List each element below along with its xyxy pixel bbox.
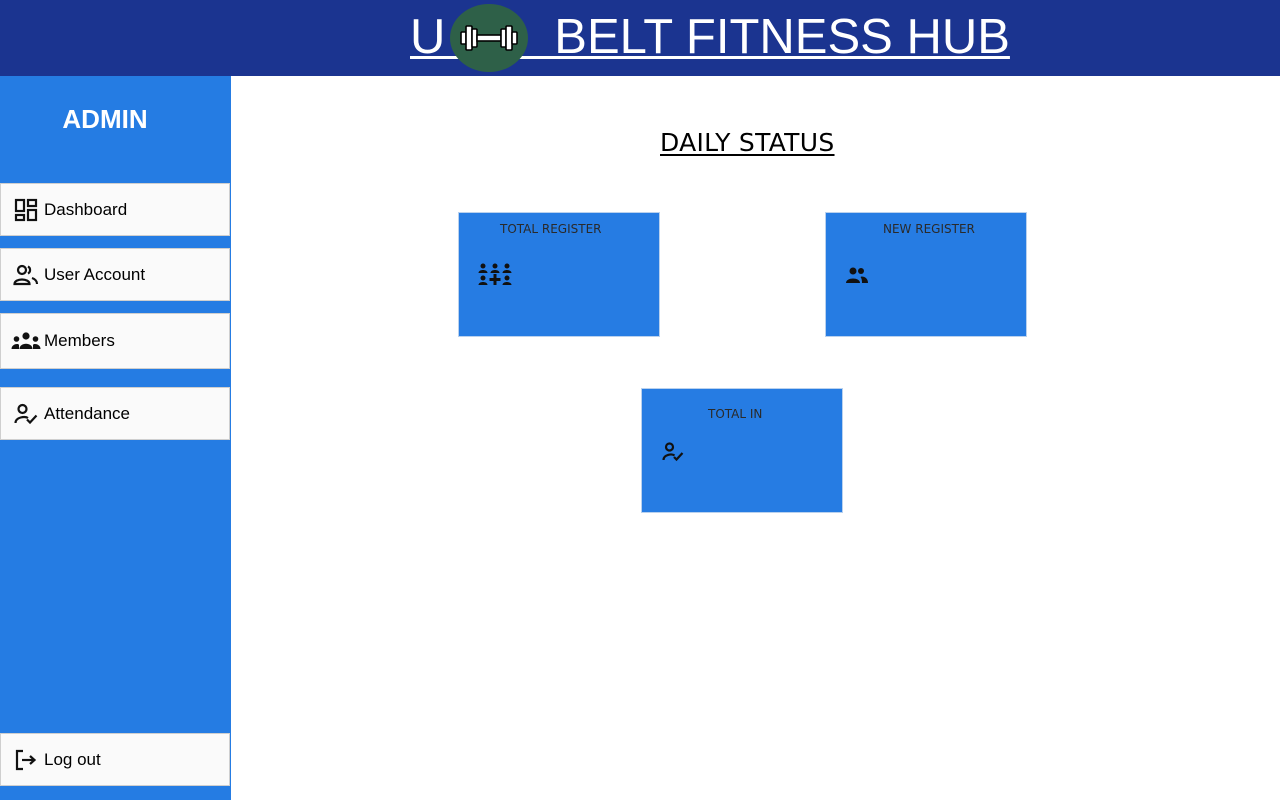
dumbbell-icon	[450, 4, 528, 72]
group-add-icon	[477, 263, 513, 294]
total-in-card: TOTAL IN	[641, 388, 843, 513]
users-icon	[11, 260, 41, 290]
sidebar-item-members[interactable]: Members	[0, 313, 230, 369]
total-register-card: TOTAL REGISTER	[458, 212, 660, 337]
sidebar-item-attendance[interactable]: Attendance	[0, 387, 230, 440]
sidebar-item-dashboard[interactable]: Dashboard	[0, 183, 230, 236]
card-title: TOTAL REGISTER	[500, 222, 602, 236]
dashboard-icon	[11, 195, 41, 225]
card-title: NEW REGISTER	[883, 222, 975, 236]
users-icon	[845, 266, 869, 289]
person-check-icon	[662, 442, 684, 467]
group-icon	[11, 326, 41, 356]
sidebar-item-label: User Account	[44, 264, 146, 284]
header-bar: U BELT FITNESS HUB	[0, 0, 1280, 76]
logout-button[interactable]: Log out	[0, 733, 230, 786]
sidebar-item-label: Members	[44, 331, 115, 350]
sidebar-item-label: Log out	[44, 749, 101, 769]
card-title: TOTAL IN	[708, 407, 763, 421]
new-register-card: NEW REGISTER	[825, 212, 1027, 337]
sidebar-heading: ADMIN	[62, 104, 148, 134]
person-check-icon	[11, 399, 41, 429]
sidebar-item-label: Dashboard	[44, 199, 128, 219]
sidebar-item-user-account[interactable]: User Account	[0, 248, 230, 301]
sidebar-item-label: Attendance	[44, 403, 131, 423]
logout-icon	[11, 745, 41, 775]
page-title: DAILY STATUS	[660, 128, 835, 157]
